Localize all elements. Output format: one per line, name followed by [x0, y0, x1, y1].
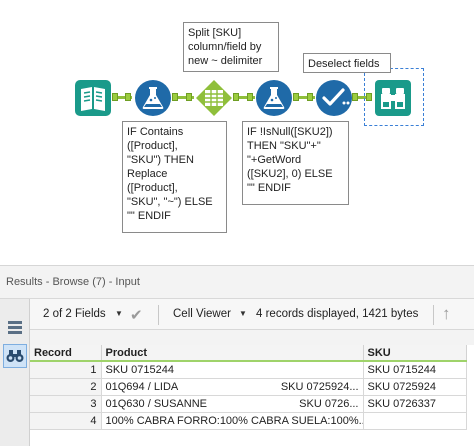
- record-cell[interactable]: 3: [30, 395, 102, 413]
- binoculars-icon: [375, 80, 411, 116]
- select-tool[interactable]: [315, 79, 353, 117]
- product-cell[interactable]: 100% CABRA FORRO:100% CABRA SUELA:100%..…: [101, 412, 364, 430]
- product-cell[interactable]: 01Q694 / LIDA SKU 0725924...: [101, 378, 364, 396]
- sku-cell[interactable]: SKU 0725924: [363, 378, 467, 396]
- results-sidebar: [0, 299, 30, 446]
- results-table: Record Product SKU 1 SKU 0715244 SKU 071…: [30, 345, 467, 430]
- output-anchor-2[interactable]: [172, 93, 178, 101]
- toolbar-divider: [158, 305, 159, 325]
- annotation-formula-2[interactable]: IF !IsNull([SKU2]) THEN "SKU"+" "+GetWor…: [242, 121, 349, 205]
- annotation-deselect[interactable]: Deselect fields: [303, 53, 391, 73]
- results-toolbar: 2 of 2 Fields ▼ ✔ Cell Viewer ▼ 4 record…: [30, 299, 474, 330]
- annotation-formula-1[interactable]: IF Contains ([Product], "SKU") THEN Repl…: [122, 121, 227, 233]
- table-row[interactable]: 4 100% CABRA FORRO:100% CABRA SUELA:100%…: [30, 412, 467, 430]
- record-cell[interactable]: 1: [30, 361, 102, 379]
- workflow-canvas[interactable]: Split [SKU] column/field by new ~ delimi…: [0, 0, 474, 265]
- binoculars-icon: [6, 350, 24, 362]
- text-to-columns-tool[interactable]: [195, 79, 233, 117]
- output-anchor-1[interactable]: [112, 93, 118, 101]
- browse-view-button[interactable]: [3, 344, 27, 368]
- input-data-tool[interactable]: [74, 79, 112, 117]
- product-value: 01Q630 / SUSANNE: [105, 397, 208, 410]
- output-anchor-3[interactable]: [233, 93, 239, 101]
- flask-icon: [135, 80, 171, 116]
- product-value: 01Q694 / LIDA: [105, 380, 179, 393]
- table-header-row: Record Product SKU: [30, 345, 467, 361]
- record-cell[interactable]: 4: [30, 412, 102, 430]
- record-cell[interactable]: 2: [30, 378, 102, 396]
- check-icon[interactable]: ✔: [130, 306, 143, 324]
- arrow-up-icon[interactable]: ↑: [442, 304, 451, 324]
- column-header-sku[interactable]: SKU: [363, 345, 467, 361]
- table-view-button[interactable]: [3, 316, 27, 340]
- product-cell[interactable]: SKU 0715244: [101, 361, 364, 379]
- table-rows-icon: [8, 321, 22, 334]
- table-row[interactable]: 3 01Q630 / SUSANNE SKU 0726... SKU 072633…: [30, 395, 467, 413]
- product-value: 100% CABRA FORRO:100% CABRA SUELA:100%..…: [105, 414, 363, 427]
- sku-cell[interactable]: [363, 412, 467, 430]
- browse-tool[interactable]: [374, 79, 412, 117]
- table-row[interactable]: 1 SKU 0715244 SKU 0715244: [30, 361, 467, 379]
- chevron-down-icon[interactable]: ▼: [239, 309, 247, 318]
- output-anchor-4[interactable]: [293, 93, 299, 101]
- check-icon: [316, 80, 352, 116]
- records-info: 4 records displayed, 1421 bytes: [256, 308, 419, 320]
- input-anchor-5[interactable]: [307, 93, 313, 101]
- results-grid: Record Product SKU 1 SKU 0715244 SKU 071…: [30, 345, 474, 446]
- chevron-down-icon[interactable]: ▼: [115, 309, 123, 318]
- table-split-icon: [196, 80, 232, 116]
- sku-cell[interactable]: SKU 0715244: [363, 361, 467, 379]
- annotation-split[interactable]: Split [SKU] column/field by new ~ delimi…: [183, 22, 279, 72]
- input-anchor-3[interactable]: [186, 93, 192, 101]
- results-title: Results - Browse (7) - Input: [6, 276, 140, 288]
- input-anchor-2[interactable]: [125, 93, 131, 101]
- product-sku-value: SKU 0725924...: [280, 380, 359, 393]
- product-value: SKU 0715244: [105, 363, 175, 376]
- formula-tool-1[interactable]: [134, 79, 172, 117]
- table-row[interactable]: 2 01Q694 / LIDA SKU 0725924... SKU 072592…: [30, 378, 467, 396]
- book-icon: [75, 80, 111, 116]
- column-header-record[interactable]: Record: [30, 345, 102, 361]
- product-cell[interactable]: 01Q630 / SUSANNE SKU 0726...: [101, 395, 364, 413]
- cell-viewer-dropdown[interactable]: Cell Viewer: [173, 308, 231, 320]
- input-anchor-4[interactable]: [247, 93, 253, 101]
- column-header-product[interactable]: Product: [101, 345, 364, 361]
- flask-icon: [256, 80, 292, 116]
- product-sku-value: SKU 0726...: [299, 397, 359, 410]
- sku-cell[interactable]: SKU 0726337: [363, 395, 467, 413]
- fields-dropdown[interactable]: 2 of 2 Fields: [43, 308, 106, 320]
- toolbar-divider: [433, 305, 434, 325]
- formula-tool-2[interactable]: [255, 79, 293, 117]
